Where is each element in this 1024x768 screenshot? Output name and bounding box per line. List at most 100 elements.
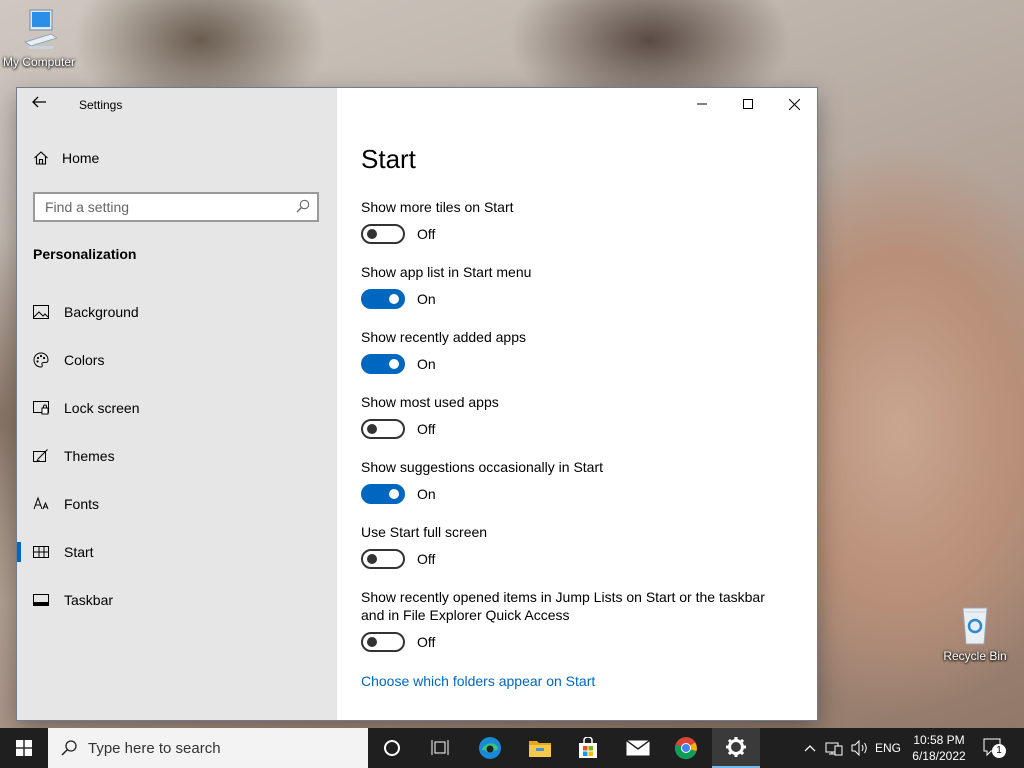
notification-count-badge: 1 <box>992 744 1006 758</box>
store-icon <box>579 737 597 758</box>
page-title: Start <box>361 144 416 174</box>
setting-more-tiles: Show more tiles on Start Off <box>361 198 791 263</box>
maximize-icon <box>743 99 753 109</box>
picture-icon <box>33 304 49 320</box>
minimize-button[interactable] <box>679 88 725 120</box>
setting-label: Show recently added apps <box>361 329 526 345</box>
settings-nav-pane: Settings Home Personalization Background <box>17 88 337 720</box>
nav-item-label: Fonts <box>64 496 100 512</box>
volume-icon <box>851 740 867 756</box>
cortana-button[interactable] <box>368 728 416 768</box>
taskbar-search-placeholder: Type here to search <box>88 739 221 757</box>
settings-taskbar-button[interactable] <box>712 728 760 768</box>
nav-item-label: Taskbar <box>64 592 114 608</box>
nav-home[interactable]: Home <box>33 150 99 166</box>
toggle-knob <box>389 294 399 304</box>
language-indicator[interactable]: ENG <box>872 728 904 768</box>
setting-label: Show more tiles on Start <box>361 199 514 215</box>
edge-taskbar-button[interactable] <box>466 728 514 768</box>
nav-item-themes[interactable]: Themes <box>17 432 337 480</box>
setting-label: Show suggestions occasionally in Start <box>361 459 604 475</box>
toggle-state: Off <box>417 226 436 242</box>
toggle-switch[interactable] <box>361 354 405 374</box>
toggle-knob <box>367 424 377 434</box>
taskbar-clock[interactable]: 10:58 PM 6/18/2022 <box>904 732 974 764</box>
taskbar: Type here to search ENG 10:58 PM 6/18/20… <box>0 728 1024 768</box>
file-explorer-taskbar-button[interactable] <box>516 728 564 768</box>
choose-folders-link[interactable]: Choose which folders appear on Start <box>361 673 595 689</box>
computer-icon <box>23 9 59 49</box>
arrow-left-icon <box>32 96 46 108</box>
home-icon <box>34 151 48 165</box>
desktop-icon-my-computer[interactable]: My Computer <box>0 8 78 69</box>
toggle-switch[interactable] <box>361 549 405 569</box>
network-tray-button[interactable] <box>822 728 846 768</box>
cortana-icon <box>384 740 400 756</box>
show-hidden-icons-button[interactable] <box>800 728 820 768</box>
toggle-knob <box>389 489 399 499</box>
toggle-state: On <box>417 291 436 307</box>
desktop-icon-label: My Computer <box>2 55 76 69</box>
desktop-icon-label: Recycle Bin <box>943 649 1007 663</box>
nav-item-label: Lock screen <box>64 400 140 416</box>
back-button[interactable] <box>31 94 51 114</box>
setting-full-screen: Use Start full screen Off <box>361 523 791 588</box>
maximize-button[interactable] <box>725 88 771 120</box>
nav-item-label: Background <box>64 304 139 320</box>
close-icon <box>788 98 800 110</box>
toggle-state: On <box>417 486 436 502</box>
settings-search-input[interactable] <box>35 194 295 220</box>
toggle-knob <box>389 359 399 369</box>
settings-search-box[interactable] <box>33 192 319 222</box>
setting-most-used: Show most used apps Off <box>361 393 791 458</box>
setting-label: Use Start full screen <box>361 524 488 540</box>
nav-section-heading: Personalization <box>33 246 137 262</box>
desktop-icon-recycle-bin[interactable]: Recycle Bin <box>940 602 1010 663</box>
setting-label: Show app list in Start menu <box>361 264 532 280</box>
chrome-taskbar-button[interactable] <box>662 728 710 768</box>
nav-item-colors[interactable]: Colors <box>17 336 337 384</box>
toggle-knob <box>367 637 377 647</box>
toggle-state: Off <box>417 551 436 567</box>
taskbar-search-box[interactable]: Type here to search <box>48 728 368 768</box>
toggle-state: Off <box>417 634 436 650</box>
store-taskbar-button[interactable] <box>564 728 612 768</box>
task-view-icon <box>431 740 449 755</box>
nav-item-fonts[interactable]: Fonts <box>17 480 337 528</box>
close-button[interactable] <box>771 88 817 120</box>
setting-label: Show recently opened items in Jump Lists… <box>361 589 765 623</box>
toggle-switch[interactable] <box>361 632 405 652</box>
nav-item-start[interactable]: Start <box>17 528 337 576</box>
window-title: Settings <box>79 98 123 112</box>
brush-icon <box>33 448 49 464</box>
toggle-switch[interactable] <box>361 419 405 439</box>
toggle-state: On <box>417 356 436 372</box>
settings-content-pane: Start Show more tiles on Start Off Show … <box>337 88 817 720</box>
mail-taskbar-button[interactable] <box>614 728 662 768</box>
setting-recently-added: Show recently added apps On <box>361 328 791 393</box>
nav-item-background[interactable]: Background <box>17 288 337 336</box>
volume-tray-button[interactable] <box>848 728 872 768</box>
nav-item-lock-screen[interactable]: Lock screen <box>17 384 337 432</box>
nav-item-label: Colors <box>64 352 105 368</box>
toggle-switch[interactable] <box>361 289 405 309</box>
search-icon <box>296 199 310 213</box>
clock-time: 10:58 PM <box>913 733 965 747</box>
toggle-knob <box>367 554 377 564</box>
start-button[interactable] <box>0 728 48 768</box>
network-icon <box>825 742 843 756</box>
settings-window: Settings Home Personalization Background <box>17 88 817 720</box>
file-explorer-icon <box>529 741 551 757</box>
nav-item-label: Themes <box>64 448 115 464</box>
nav-item-taskbar[interactable]: Taskbar <box>17 576 337 624</box>
setting-jump-lists: Show recently opened items in Jump Lists… <box>361 588 791 672</box>
task-view-button[interactable] <box>416 728 464 768</box>
chrome-icon <box>674 737 697 760</box>
notification-center-button[interactable]: 1 <box>980 728 1008 768</box>
search-icon <box>61 740 77 756</box>
settings-gear-icon <box>726 737 746 757</box>
nav-list: Background Colors Lock screen Themes Fon… <box>17 288 337 624</box>
setting-label: Show most used apps <box>361 394 499 410</box>
toggle-switch[interactable] <box>361 484 405 504</box>
toggle-switch[interactable] <box>361 224 405 244</box>
